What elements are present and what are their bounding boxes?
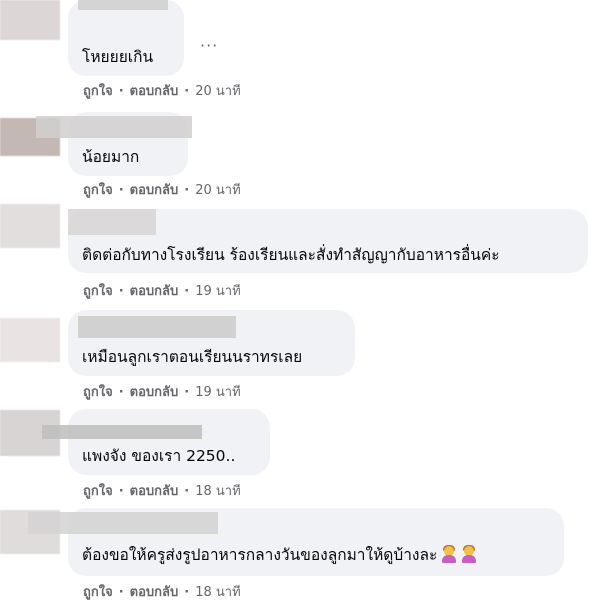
comment-text: ต้องขอให้ครูส่งรูปอาหารกลางวันของลูกมาให… — [82, 545, 477, 565]
timestamp[interactable]: 18 นาที — [195, 584, 240, 602]
comment-bubble: ต้องขอให้ครูส่งรูปอาหารกลางวันของลูกมาให… — [28, 508, 564, 576]
comment-actions: ถูกใจ · ตอบกลับ · 18 นาที — [83, 483, 241, 501]
timestamp[interactable]: 19 นาที — [195, 283, 240, 301]
person-gesturing-emoji-icon — [461, 545, 477, 563]
more-options-icon[interactable]: ··· — [200, 36, 218, 55]
like-link[interactable]: ถูกใจ — [83, 584, 113, 602]
separator-dot: · — [118, 385, 124, 400]
separator-dot: · — [118, 484, 124, 499]
redacted-author-name — [78, 0, 168, 10]
separator-dot: · — [118, 284, 124, 299]
reply-link[interactable]: ตอบกลับ — [130, 483, 179, 501]
comment-text: ติดต่อกับทางโรงเรียน ร้องเรียนและสั่งทำส… — [82, 246, 500, 264]
comment-actions: ถูกใจ · ตอบกลับ · 19 นาที — [83, 384, 241, 402]
separator-dot: · — [184, 585, 190, 600]
comment-text-content: ต้องขอให้ครูส่งรูปอาหารกลางวันของลูกมาให… — [82, 546, 438, 564]
comment-actions: ถูกใจ · ตอบกลับ · 18 นาที — [83, 584, 241, 602]
comment-text: โหยยยเกิน — [82, 48, 154, 66]
redacted-author-name — [78, 316, 236, 338]
separator-dot: · — [118, 84, 124, 99]
separator-dot: · — [184, 484, 190, 499]
reply-link[interactable]: ตอบกลับ — [130, 83, 179, 101]
comment-text: น้อยมาก — [82, 148, 140, 166]
like-link[interactable]: ถูกใจ — [83, 182, 113, 200]
like-link[interactable]: ถูกใจ — [83, 384, 113, 402]
reply-link[interactable]: ตอบกลับ — [130, 182, 179, 200]
like-link[interactable]: ถูกใจ — [83, 83, 113, 101]
avatar[interactable] — [0, 204, 60, 248]
reply-link[interactable]: ตอบกลับ — [130, 384, 179, 402]
redacted-author-name — [28, 512, 218, 534]
comment-actions: ถูกใจ · ตอบกลับ · 20 นาที — [83, 83, 241, 101]
like-link[interactable]: ถูกใจ — [83, 483, 113, 501]
timestamp[interactable]: 18 นาที — [195, 483, 240, 501]
comment-text: แพงจัง ของเรา 2250.. — [82, 447, 236, 465]
reply-link[interactable]: ตอบกลับ — [130, 283, 179, 301]
comment-actions: ถูกใจ · ตอบกลับ · 19 นาที — [83, 283, 241, 301]
avatar[interactable] — [0, 318, 60, 362]
comment-bubble: น้อยมาก — [36, 112, 192, 176]
timestamp[interactable]: 20 นาที — [195, 83, 240, 101]
like-link[interactable]: ถูกใจ — [83, 283, 113, 301]
separator-dot: · — [184, 284, 190, 299]
comment-bubble: โหยยยเกิน — [68, 0, 184, 76]
separator-dot: · — [184, 183, 190, 198]
comment-bubble: แพงจัง ของเรา 2250.. — [42, 409, 270, 475]
separator-dot: · — [118, 585, 124, 600]
timestamp[interactable]: 20 นาที — [195, 182, 240, 200]
redacted-author-name — [36, 116, 192, 138]
separator-dot: · — [184, 84, 190, 99]
comment-bubble: ติดต่อกับทางโรงเรียน ร้องเรียนและสั่งทำส… — [68, 209, 588, 273]
redacted-author-name — [42, 425, 202, 439]
redacted-author-name — [68, 209, 156, 235]
comment-actions: ถูกใจ · ตอบกลับ · 20 นาที — [83, 182, 241, 200]
separator-dot: · — [184, 385, 190, 400]
person-gesturing-emoji-icon — [441, 545, 457, 563]
timestamp[interactable]: 19 นาที — [195, 384, 240, 402]
comment-bubble: เหมือนลูกเราตอนเรียนนราทรเลย — [68, 310, 355, 376]
reply-link[interactable]: ตอบกลับ — [130, 584, 179, 602]
separator-dot: · — [118, 183, 124, 198]
avatar[interactable] — [0, 0, 60, 40]
comment-text: เหมือนลูกเราตอนเรียนนราทรเลย — [82, 348, 303, 366]
comment-thread: โหยยยเกิน ··· ถูกใจ · ตอบกลับ · 20 นาที น้อย… — [0, 0, 589, 604]
